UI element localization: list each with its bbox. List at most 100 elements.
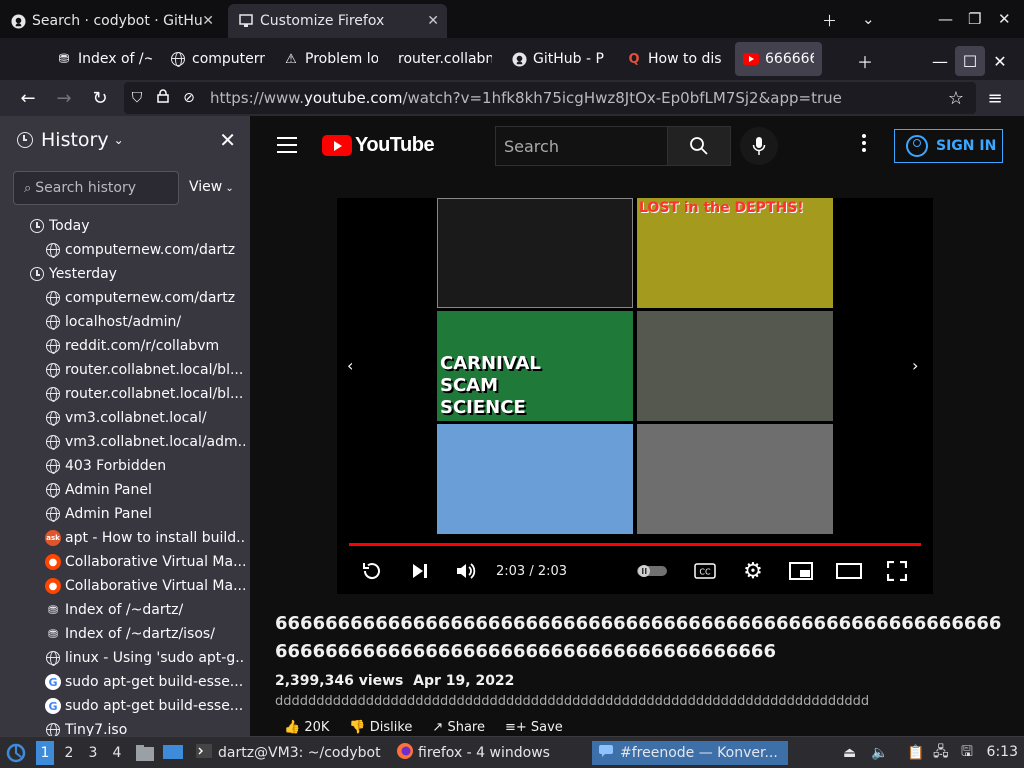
task-konversation[interactable]: #freenode — Konver... — [592, 741, 788, 765]
tab-computernew[interactable]: computern — [170, 42, 265, 76]
history-item[interactable]: ⛃ Index of /~dartz/isos/ — [0, 622, 250, 646]
reload-icon[interactable]: ↻ — [86, 84, 114, 112]
lock-icon[interactable] — [150, 89, 176, 107]
next-icon[interactable] — [407, 558, 433, 584]
sidebar-header[interactable]: History ⌄ ✕ — [0, 116, 250, 164]
workspace-4[interactable]: 4 — [108, 741, 126, 765]
history-item[interactable]: ● Collaborative Virtual Ma... — [0, 574, 250, 598]
endscreen-video-thumbnail[interactable] — [437, 424, 633, 534]
tab-github[interactable]: GitHub - P — [511, 42, 606, 76]
theater-mode-icon[interactable] — [835, 558, 863, 584]
desktop-icon[interactable] — [162, 741, 184, 765]
history-item[interactable]: Admin Panel — [0, 502, 250, 526]
settings-dots-icon[interactable] — [862, 134, 868, 155]
search-button[interactable] — [667, 126, 731, 166]
chevron-left-icon[interactable]: ‹ — [347, 356, 353, 375]
task-firefox[interactable]: firefox - 4 windows — [390, 741, 556, 765]
close-window-icon[interactable]: ✕ — [998, 10, 1011, 28]
history-group-header[interactable]: Today — [0, 214, 250, 238]
history-item[interactable]: ⛃ Index of /~dartz/ — [0, 598, 250, 622]
start-menu-icon[interactable] — [6, 741, 26, 765]
history-item[interactable]: Gsudo apt-get build-esse... — [0, 670, 250, 694]
file-manager-icon[interactable] — [135, 741, 155, 765]
history-item[interactable]: ask apt - How to install build... — [0, 526, 250, 550]
history-item[interactable]: reddit.com/r/collabvm — [0, 334, 250, 358]
history-item[interactable]: vm3.collabnet.local/adm... — [0, 430, 250, 454]
video-player[interactable]: LOST in the DEPTHS! CARNIVAL SCAM SCIENCE… — [337, 198, 933, 594]
autoplay-toggle[interactable] — [635, 558, 669, 584]
replay-icon[interactable] — [359, 558, 385, 584]
history-item[interactable]: Tiny7.iso — [0, 718, 250, 736]
tab-youtube-active[interactable]: 6666666 — [735, 42, 822, 76]
endscreen-video-thumbnail[interactable]: LOST in the DEPTHS! — [637, 198, 833, 308]
history-item[interactable]: 403 Forbidden — [0, 454, 250, 478]
clipboard-icon[interactable]: 📋 — [907, 741, 924, 765]
chevron-down-icon[interactable]: ⌄ — [114, 133, 124, 147]
autoplay-blocked-icon[interactable]: ⊘ — [176, 90, 202, 106]
history-group-header[interactable]: Yesterday — [0, 262, 250, 286]
history-item[interactable]: linux - Using 'sudo apt-g... — [0, 646, 250, 670]
guide-menu-icon[interactable] — [277, 137, 297, 158]
tray-eject-icon[interactable]: ⏏ — [843, 741, 856, 765]
history-item[interactable]: Admin Panel — [0, 478, 250, 502]
volume-icon[interactable] — [453, 558, 479, 584]
share-button[interactable]: ↗ Share — [432, 720, 485, 735]
restore-icon[interactable]: ❐ — [968, 10, 981, 28]
history-item[interactable]: Gsudo apt-get build-esse... — [0, 694, 250, 718]
updates-icon[interactable]: 🖫 — [961, 741, 973, 765]
minimize-icon[interactable]: — — [938, 10, 953, 28]
back-icon[interactable]: ← — [14, 84, 42, 112]
endscreen-video-thumbnail[interactable]: CARNIVAL SCAM SCIENCE — [437, 311, 633, 421]
new-tab-icon[interactable]: ＋ — [822, 10, 837, 31]
history-item[interactable]: computernew.com/dartz — [0, 238, 250, 262]
youtube-logo[interactable]: YouTube — [322, 134, 435, 157]
workspace-1[interactable]: 1 — [36, 741, 54, 765]
url-bar[interactable]: ⛉ ⊘ https://www.youtube.com/watch?v=1hfk… — [124, 82, 976, 114]
search-history-input[interactable]: ⌕ Search history — [13, 171, 179, 205]
video-description[interactable]: dddddddddddddddddddddddddddddddddddddddd… — [275, 694, 1005, 709]
endscreen-video-thumbnail[interactable] — [637, 311, 833, 421]
outer-tab-customize-firefox[interactable]: Customize Firefox ✕ — [228, 4, 447, 38]
close-window-icon[interactable]: ✕ — [985, 46, 1015, 76]
progress-bar[interactable] — [349, 543, 921, 546]
tab-how-to[interactable]: Q How to dis — [626, 42, 721, 76]
volume-icon[interactable]: 🔈 — [871, 741, 888, 765]
voice-search-button[interactable] — [740, 127, 778, 165]
close-icon[interactable]: ✕ — [219, 128, 236, 152]
workspace-3[interactable]: 3 — [84, 741, 102, 765]
chevron-right-icon[interactable]: › — [912, 356, 918, 375]
endscreen-video-thumbnail[interactable] — [637, 424, 833, 534]
history-item[interactable]: router.collabnet.local/bl... — [0, 358, 250, 382]
close-icon[interactable]: ✕ — [427, 13, 439, 29]
network-icon[interactable]: 🖧 — [933, 741, 949, 765]
history-item[interactable]: ● Collaborative Virtual Ma... — [0, 550, 250, 574]
miniplayer-icon[interactable] — [788, 558, 814, 584]
settings-gear-icon[interactable]: ⚙ — [740, 558, 766, 584]
history-item[interactable]: computernew.com/dartz — [0, 286, 250, 310]
task-terminal[interactable]: dartz@VM3: ~/codybot — [190, 741, 387, 765]
forward-icon[interactable]: → — [50, 84, 78, 112]
shield-icon[interactable]: ⛉ — [124, 90, 150, 106]
tab-problem[interactable]: ⚠ Problem lo — [283, 42, 378, 76]
history-item[interactable]: localhost/admin/ — [0, 310, 250, 334]
tab-router[interactable]: router.collabn — [398, 42, 492, 76]
history-item[interactable]: router.collabnet.local/bl... — [0, 382, 250, 406]
save-button[interactable]: ≡+ Save — [505, 720, 563, 735]
history-item[interactable]: vm3.collabnet.local/ — [0, 406, 250, 430]
search-input[interactable]: Search — [495, 126, 667, 166]
close-icon[interactable]: ✕ — [202, 13, 214, 29]
view-menu-button[interactable]: View ⌄ — [189, 179, 234, 195]
like-button[interactable]: 👍 20K — [284, 720, 329, 735]
hamburger-menu-icon[interactable]: ≡ — [981, 84, 1009, 112]
workspace-2[interactable]: 2 — [60, 741, 78, 765]
bookmark-star-icon[interactable]: ☆ — [942, 84, 970, 112]
minimize-icon[interactable]: — — [925, 46, 955, 76]
new-tab-icon[interactable]: ＋ — [850, 46, 880, 76]
fullscreen-icon[interactable] — [884, 558, 910, 584]
chevron-down-icon[interactable]: ⌄ — [862, 10, 875, 28]
maximize-icon[interactable]: ☐ — [955, 46, 985, 76]
sidebar-title[interactable]: History — [41, 129, 109, 151]
tab-index-of[interactable]: ⛃ Index of /~ — [56, 42, 152, 76]
sign-in-button[interactable]: SIGN IN — [894, 129, 1003, 163]
captions-icon[interactable]: CC — [692, 558, 718, 584]
